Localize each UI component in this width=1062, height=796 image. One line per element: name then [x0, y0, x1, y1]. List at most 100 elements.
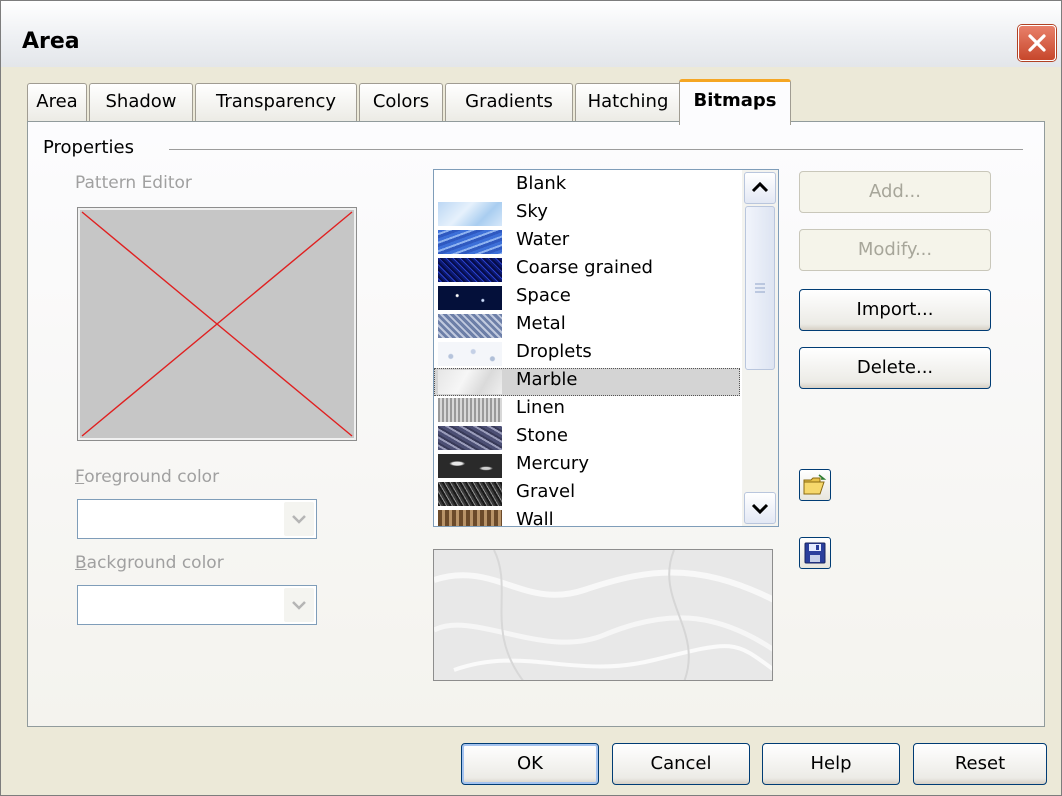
scroll-thumb[interactable]	[745, 206, 775, 370]
tab-shadow[interactable]: Shadow	[89, 83, 193, 121]
chevron-down-icon	[292, 515, 306, 524]
tab-label: Area	[36, 91, 78, 112]
tab-label: Gradients	[465, 91, 553, 112]
save-bitmap-list-button[interactable]	[799, 537, 831, 569]
droplets-swatch-icon	[438, 342, 502, 366]
marble-preview-image	[434, 550, 772, 680]
tab-area[interactable]: Area	[27, 83, 87, 121]
list-item-label: Gravel	[516, 481, 576, 502]
list-item-blank[interactable]: Blank	[434, 172, 740, 200]
chevron-down-icon	[751, 503, 769, 515]
tab-transparency[interactable]: Transparency	[195, 83, 357, 121]
load-bitmap-list-button[interactable]	[799, 469, 831, 501]
water-swatch-icon	[438, 230, 502, 254]
background-color-dropdown[interactable]	[77, 585, 317, 625]
list-item-droplets[interactable]: Droplets	[434, 340, 740, 368]
marble-swatch-icon	[438, 370, 502, 394]
mercury-swatch-icon	[438, 454, 502, 478]
pattern-editor-label: Pattern Editor	[75, 173, 192, 193]
tab-label: Transparency	[215, 91, 337, 112]
list-item-label: Sky	[516, 201, 548, 222]
list-item-gravel[interactable]: Gravel	[434, 480, 740, 508]
modify-button[interactable]: Modify...	[799, 229, 991, 271]
chevron-up-icon	[751, 181, 769, 193]
tab-gradients[interactable]: Gradients	[445, 83, 573, 121]
list-item-stone[interactable]: Stone	[434, 424, 740, 452]
blank-swatch-icon	[438, 174, 502, 198]
import-button[interactable]: Import...	[799, 289, 991, 331]
bitmap-list[interactable]: Blank Sky Water Coarse grained Space Met…	[433, 169, 779, 527]
scroll-down-button[interactable]	[744, 492, 776, 524]
delete-button-label: Delete...	[856, 357, 934, 378]
dropdown-button[interactable]	[284, 502, 314, 536]
foreground-color-label: Foreground color	[75, 467, 220, 487]
list-item-wall[interactable]: Wall	[434, 508, 740, 527]
list-item-label: Blank	[516, 173, 567, 194]
grip-icon	[755, 283, 765, 293]
tab-colors[interactable]: Colors	[359, 83, 443, 121]
stone-swatch-icon	[438, 426, 502, 450]
list-item-label: Wall	[516, 509, 554, 527]
reset-button-label: Reset	[954, 753, 1006, 774]
title-bar[interactable]: Area	[1, 1, 1061, 67]
list-item-label: Space	[516, 285, 571, 306]
tab-label: Shadow	[105, 91, 177, 112]
list-item-label: Water	[516, 229, 570, 250]
cancel-button[interactable]: Cancel	[612, 743, 750, 785]
list-item-mercury[interactable]: Mercury	[434, 452, 740, 480]
foreground-color-dropdown[interactable]	[77, 499, 317, 539]
list-item-label: Metal	[516, 313, 566, 334]
reset-button[interactable]: Reset	[913, 743, 1047, 785]
pattern-editor	[77, 207, 357, 441]
tab-hatching[interactable]: Hatching	[575, 83, 681, 121]
add-button-label: Add...	[868, 181, 921, 202]
sky-swatch-icon	[438, 202, 502, 226]
list-item-label: Droplets	[516, 341, 592, 362]
tab-label: Bitmaps	[693, 90, 777, 111]
list-item-metal[interactable]: Metal	[434, 312, 740, 340]
space-swatch-icon	[438, 286, 502, 310]
list-scrollbar[interactable]	[742, 170, 778, 526]
linen-swatch-icon	[438, 398, 502, 422]
tab-label: Hatching	[587, 91, 669, 112]
import-button-label: Import...	[856, 299, 934, 320]
help-button-label: Help	[810, 753, 852, 774]
properties-group-label: Properties	[43, 137, 134, 158]
group-divider	[169, 149, 1023, 150]
list-item-coarse-grained[interactable]: Coarse grained	[434, 256, 740, 284]
delete-button[interactable]: Delete...	[799, 347, 991, 389]
background-color-label: Background color	[75, 553, 224, 573]
close-icon	[1028, 34, 1046, 52]
open-folder-icon	[803, 474, 827, 495]
cancel-button-label: Cancel	[650, 753, 712, 774]
list-item-water[interactable]: Water	[434, 228, 740, 256]
ok-button-label: OK	[517, 753, 543, 774]
list-item-label: Marble	[516, 369, 578, 390]
scroll-up-button[interactable]	[744, 172, 776, 204]
gravel-swatch-icon	[438, 482, 502, 506]
list-item-label: Coarse grained	[516, 257, 653, 278]
list-item-label: Mercury	[516, 453, 589, 474]
chevron-down-icon	[292, 601, 306, 610]
wall-swatch-icon	[438, 510, 502, 526]
help-button[interactable]: Help	[762, 743, 900, 785]
tab-bitmaps[interactable]: Bitmaps	[679, 79, 791, 125]
dropdown-button[interactable]	[284, 588, 314, 622]
ok-button[interactable]: OK	[461, 743, 599, 785]
tab-label: Colors	[372, 91, 430, 112]
bitmap-preview	[433, 549, 773, 681]
list-item-marble[interactable]: Marble	[434, 368, 740, 396]
dialog-body: Area Shadow Transparency Colors Gradient…	[9, 67, 1053, 787]
metal-swatch-icon	[438, 314, 502, 338]
list-item-label: Stone	[516, 425, 568, 446]
close-button[interactable]	[1018, 25, 1056, 61]
window-title: Area	[22, 29, 80, 54]
list-item-sky[interactable]: Sky	[434, 200, 740, 228]
area-dialog: Area Area Shadow Transparency Colors Gra…	[0, 0, 1062, 796]
list-item-linen[interactable]: Linen	[434, 396, 740, 424]
coarse-grained-swatch-icon	[438, 258, 502, 282]
modify-button-label: Modify...	[857, 239, 933, 260]
pattern-x-placeholder	[81, 211, 353, 437]
list-item-space[interactable]: Space	[434, 284, 740, 312]
add-button[interactable]: Add...	[799, 171, 991, 213]
